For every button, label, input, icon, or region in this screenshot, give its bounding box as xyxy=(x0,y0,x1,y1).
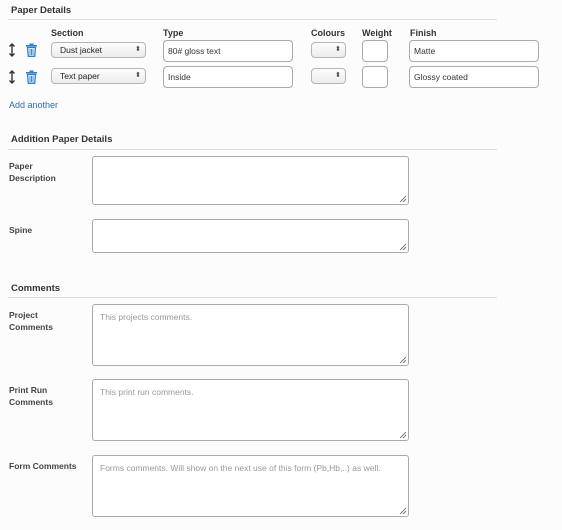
drag-handle-icon[interactable] xyxy=(8,43,16,57)
select-arrows-icon: ⬍ xyxy=(135,46,141,53)
print-run-comments-placeholder: This print run comments. xyxy=(100,387,194,397)
column-header-section: Section xyxy=(51,28,84,38)
section-title-comments: Comments xyxy=(11,283,61,294)
section-select-value: Text paper xyxy=(60,71,100,81)
column-header-colours: Colours xyxy=(311,28,346,38)
form-comments-placeholder: Forms comments. Will show on the next us… xyxy=(100,463,381,473)
column-header-finish: Finish xyxy=(410,28,437,38)
select-arrows-icon: ⬍ xyxy=(135,72,141,79)
section-title-addition-paper-details: Addition Paper Details xyxy=(11,134,113,145)
type-input[interactable]: Inside xyxy=(163,66,293,88)
section-select[interactable]: Text paper ⬍ xyxy=(51,68,146,84)
trash-icon[interactable] xyxy=(25,70,38,84)
print-run-comments-label: Print Run Comments xyxy=(9,385,53,407)
paper-description-textarea[interactable] xyxy=(92,156,409,205)
paper-description-label: Paper Description xyxy=(9,161,56,183)
select-arrows-icon: ⬍ xyxy=(335,72,341,79)
colours-select[interactable]: ⬍ xyxy=(311,68,346,84)
form-comments-textarea[interactable]: Forms comments. Will show on the next us… xyxy=(92,455,409,517)
divider xyxy=(8,297,497,298)
type-input[interactable]: 80# gloss text xyxy=(163,40,293,62)
finish-input[interactable]: Glossy coated xyxy=(409,66,539,88)
print-run-comments-textarea[interactable]: This print run comments. xyxy=(92,379,409,441)
spine-textarea[interactable] xyxy=(92,219,409,253)
section-title-paper-details: Paper Details xyxy=(11,5,72,16)
trash-icon[interactable] xyxy=(25,43,38,57)
finish-input[interactable]: Matte xyxy=(409,40,539,62)
resize-handle-icon[interactable] xyxy=(399,195,407,203)
resize-handle-icon[interactable] xyxy=(399,243,407,251)
add-another-link[interactable]: Add another xyxy=(9,100,58,110)
weight-input[interactable] xyxy=(362,40,388,62)
project-comments-textarea[interactable]: This projects comments. xyxy=(92,304,409,366)
divider xyxy=(8,19,497,20)
form-comments-label: Form Comments xyxy=(9,461,77,471)
spine-label: Spine xyxy=(9,225,33,235)
drag-handle-icon[interactable] xyxy=(8,70,16,84)
section-select-value: Dust jacket xyxy=(60,45,103,55)
select-arrows-icon: ⬍ xyxy=(335,46,341,53)
column-header-weight: Weight xyxy=(362,28,392,38)
colours-select[interactable]: ⬍ xyxy=(311,42,346,58)
column-header-type: Type xyxy=(163,28,184,38)
divider xyxy=(8,149,497,150)
resize-handle-icon[interactable] xyxy=(399,507,407,515)
project-comments-label: Project Comments xyxy=(9,310,53,332)
resize-handle-icon[interactable] xyxy=(399,431,407,439)
project-comments-placeholder: This projects comments. xyxy=(100,312,193,322)
section-select[interactable]: Dust jacket ⬍ xyxy=(51,42,146,58)
weight-input[interactable] xyxy=(362,66,388,88)
resize-handle-icon[interactable] xyxy=(399,356,407,364)
